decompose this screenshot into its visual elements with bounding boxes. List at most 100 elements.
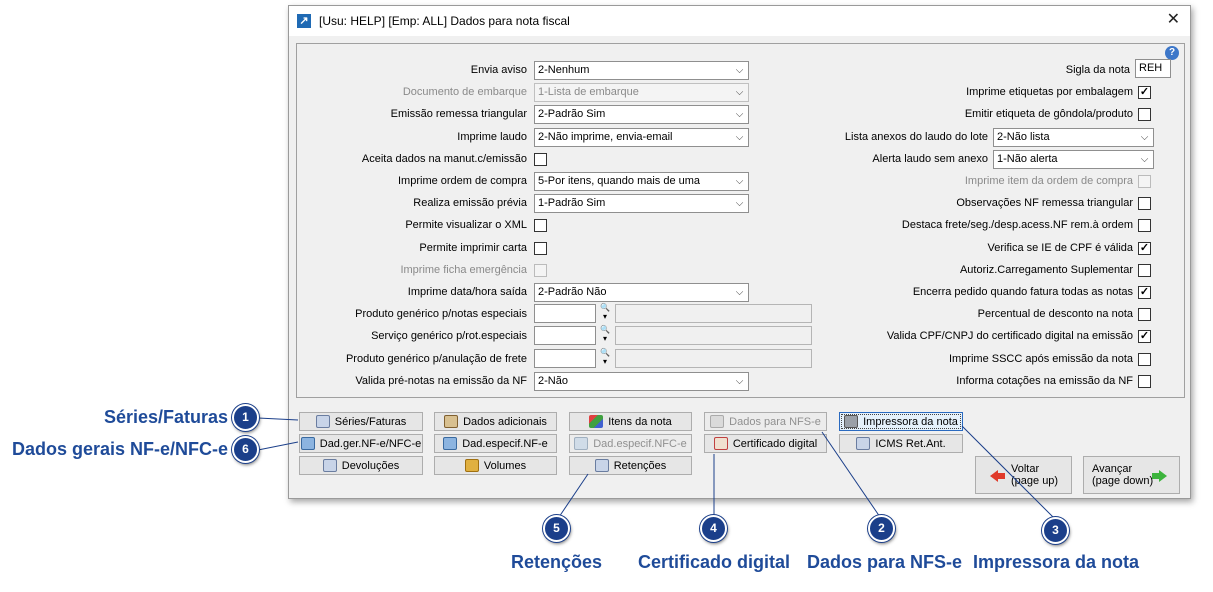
right-label-autoriz-carregamento-suplementar: Autoriz.Carregamento Suplementar: [959, 263, 1133, 276]
encerra-pedido-quando-fatura-todas-as-notas-checkbox[interactable]: ✓: [1138, 286, 1151, 299]
alerta-laudo-sem-anexo-value: 1-Não alerta: [997, 152, 1058, 165]
imprime-data-hora-saida-value: 2-Padrão Não: [538, 286, 607, 298]
edit-icon: [444, 415, 459, 428]
right-label-percentual-de-desconto-na-nota: Percentual de desconto na nota: [977, 308, 1133, 321]
documento-de-embarque-value: 1-Lista de embarque: [538, 86, 639, 99]
dad-especif-nfce-button[interactable]: Dad.especif.NFC-e: [569, 434, 692, 453]
left-label-imprime-data-hora-saida: Imprime data/hora saída: [407, 286, 527, 298]
left-label-imprime-laudo: Imprime laudo: [457, 130, 527, 143]
documento-de-embarque-select[interactable]: 1-Lista de embarque ⌵: [534, 83, 749, 103]
chevron-down-icon: ⌵: [735, 198, 744, 210]
right-label-imprime-etiquetas-por-embalagem: Imprime etiquetas por embalagem: [966, 86, 1133, 99]
arrow-right-icon: [1152, 470, 1167, 482]
imprime-etiquetas-por-embalagem-checkbox[interactable]: ✓: [1138, 86, 1151, 100]
aceita-dados-na-manut-c-emissao-checkbox[interactable]: [534, 152, 547, 166]
right-label-alerta-laudo-sem-anexo: Alerta laudo sem anexo: [872, 152, 988, 165]
chevron-down-icon: ⌵: [735, 176, 744, 187]
servico-generico-p-rot-especiais-code-input[interactable]: [534, 326, 596, 346]
imprime-data-hora-saida-select[interactable]: 2-Padrão Não ⌵: [534, 283, 749, 302]
imprime-ficha-emergencia-checkbox[interactable]: [534, 263, 547, 277]
voltar-button[interactable]: Voltar (page up): [975, 456, 1072, 494]
left-label-envia-aviso: Envia aviso: [470, 64, 527, 76]
produto-generico-p-notas-especiais-description: [615, 304, 812, 324]
chevron-down-icon: ⌵: [1140, 153, 1149, 165]
dad-especif-nfe-button[interactable]: Dad.especif.NF-e: [434, 434, 557, 453]
emissao-remessa-triangular-select[interactable]: 2-Padrão Sim ⌵: [534, 105, 749, 125]
chevron-down-icon: ⌵: [735, 65, 744, 76]
left-label-aceita-dados-na-manut-c-emissao: Aceita dados na manut.c/emissão: [361, 152, 527, 165]
search-icon[interactable]: 🔍 ▾: [598, 303, 612, 323]
alerta-laudo-sem-anexo-select[interactable]: 1-Não alerta ⌵: [993, 149, 1154, 169]
destaca-frete-seg-desp-acess-nf-rem-a-ordem-checkbox[interactable]: [1138, 219, 1151, 233]
imprime-sscc-apos-emissao-da-nota-checkbox[interactable]: [1138, 352, 1151, 366]
produto-generico-p-notas-especiais-code-input[interactable]: [534, 304, 596, 324]
callout-label-nfse: Dados para NFS-e: [807, 552, 963, 572]
right-label-verifica-se-ie-de-cpf-e-valida: Verifica se IE de CPF é válida: [987, 241, 1133, 254]
series-faturas-button[interactable]: Séries/Faturas: [299, 412, 423, 431]
valida-pre-notas-na-emissao-da-nf-select[interactable]: 2-Não ⌵: [534, 371, 749, 391]
dad-ger-nfe-button[interactable]: Dad.ger.NF-e/NFC-e: [299, 434, 423, 453]
realiza-emissao-previa-select[interactable]: 1-Padrão Sim ⌵: [534, 194, 749, 214]
app-icon: ↗: [297, 14, 311, 28]
right-label-imprime-item-da-ordem-de-compra: Imprime item da ordem de compra: [964, 175, 1133, 187]
imprime-laudo-select[interactable]: 2-Não imprime, envia-email ⌵: [534, 127, 749, 147]
right-label-emitir-etiqueta-de-gondola-produto: Emitir etiqueta de gôndola/produto: [964, 108, 1133, 121]
search-icon[interactable]: 🔍 ▾: [598, 348, 612, 368]
left-label-produto-generico-p-notas-especiais: Produto genérico p/notas especiais: [355, 308, 527, 321]
sigla-da-nota-input[interactable]: REH: [1135, 59, 1171, 78]
chevron-down-icon: ⌵: [735, 109, 744, 121]
help-icon[interactable]: ?: [1165, 46, 1179, 60]
lista-anexos-do-laudo-do-lote-select[interactable]: 2-Não lista ⌵: [993, 127, 1154, 147]
dialog-window: ↗ [Usu: HELP] [Emp: ALL] Dados para nota…: [288, 5, 1191, 499]
callout-badge-2: 2: [868, 515, 895, 542]
imprime-item-da-ordem-de-compra-checkbox[interactable]: [1138, 175, 1151, 188]
chevron-down-icon: ⌵: [735, 87, 744, 99]
callout-label-series: Séries/Faturas: [104, 407, 229, 427]
dados-adicionais-button[interactable]: Dados adicionais: [434, 412, 557, 431]
icms-ret-ant-button[interactable]: ICMS Ret.Ant.: [839, 434, 963, 453]
box-icon: [464, 459, 479, 472]
impressora-nota-button[interactable]: Impressora da nota: [839, 412, 963, 431]
permite-visualizar-o-xml-checkbox[interactable]: [534, 219, 547, 233]
valida-cpf-cnpj-do-certificado-digital-na-emissao-checkbox[interactable]: ✓: [1138, 330, 1151, 344]
volumes-button[interactable]: Volumes: [434, 456, 557, 475]
observacoes-nf-remessa-triangular-checkbox[interactable]: [1138, 197, 1151, 211]
callout-badge-3: 3: [1042, 517, 1069, 544]
document-icon: [322, 459, 337, 472]
avancar-button[interactable]: Avançar (page down): [1083, 456, 1180, 494]
certificado-digital-button[interactable]: Certificado digital: [704, 434, 827, 453]
percentual-de-desconto-na-nota-checkbox[interactable]: [1138, 308, 1151, 322]
left-label-servico-generico-p-rot-especiais: Serviço genérico p/rot.especiais: [371, 330, 527, 343]
nfe-icon: [300, 437, 315, 450]
itens-nota-button[interactable]: Itens da nota: [569, 412, 692, 431]
imprime-laudo-value: 2-Não imprime, envia-email: [538, 130, 673, 143]
envia-aviso-value: 2-Nenhum: [538, 64, 590, 76]
informa-cotacoes-na-emissao-da-nf-checkbox[interactable]: [1138, 374, 1151, 388]
permite-imprimir-carta-checkbox[interactable]: [534, 241, 547, 255]
callout-badge-6: 6: [232, 436, 259, 463]
servico-generico-p-rot-especiais-description: [615, 326, 812, 346]
produto-generico-p-anulacao-de-frete-code-input[interactable]: [534, 348, 596, 368]
autoriz-carregamento-suplementar-checkbox[interactable]: [1138, 263, 1151, 277]
callout-label-retencoes: Retenções: [511, 552, 603, 572]
envia-aviso-select[interactable]: 2-Nenhum ⌵: [534, 61, 749, 80]
verifica-se-ie-de-cpf-e-valida-checkbox[interactable]: ✓: [1138, 241, 1151, 255]
devolucoes-button[interactable]: Devoluções: [299, 456, 423, 475]
fields-panel: ? Envia aviso 2-Nenhum ⌵ Documento de embar…: [296, 43, 1185, 398]
left-label-valida-pre-notas-na-emissao-da-nf: Valida pré-notas na emissão da NF: [355, 374, 527, 387]
close-icon[interactable]: ✕: [1167, 12, 1180, 28]
produto-generico-p-anulacao-de-frete-description: [615, 348, 812, 368]
right-label-encerra-pedido-quando-fatura-todas-as-notas: Encerra pedido quando fatura todas as no…: [912, 286, 1133, 298]
chevron-down-icon: ⌵: [735, 375, 744, 387]
right-label-sigla-da-nota: Sigla da nota: [1065, 64, 1130, 76]
emitir-etiqueta-de-gondola-produto-checkbox[interactable]: [1138, 108, 1151, 122]
imprime-ordem-de-compra-select[interactable]: 5-Por itens, quando mais de uma ⌵: [534, 172, 749, 191]
left-label-emissao-remessa-triangular: Emissão remessa triangular: [390, 108, 527, 121]
dados-nfse-button[interactable]: Dados para NFS-e: [704, 412, 827, 431]
nfse-icon: [710, 415, 725, 428]
search-icon[interactable]: 🔍 ▾: [598, 325, 612, 345]
document-icon: [315, 415, 330, 428]
left-label-imprime-ordem-de-compra: Imprime ordem de compra: [398, 175, 527, 187]
chevron-down-icon: ⌵: [735, 131, 744, 143]
retencoes-button[interactable]: Retenções: [569, 456, 692, 475]
